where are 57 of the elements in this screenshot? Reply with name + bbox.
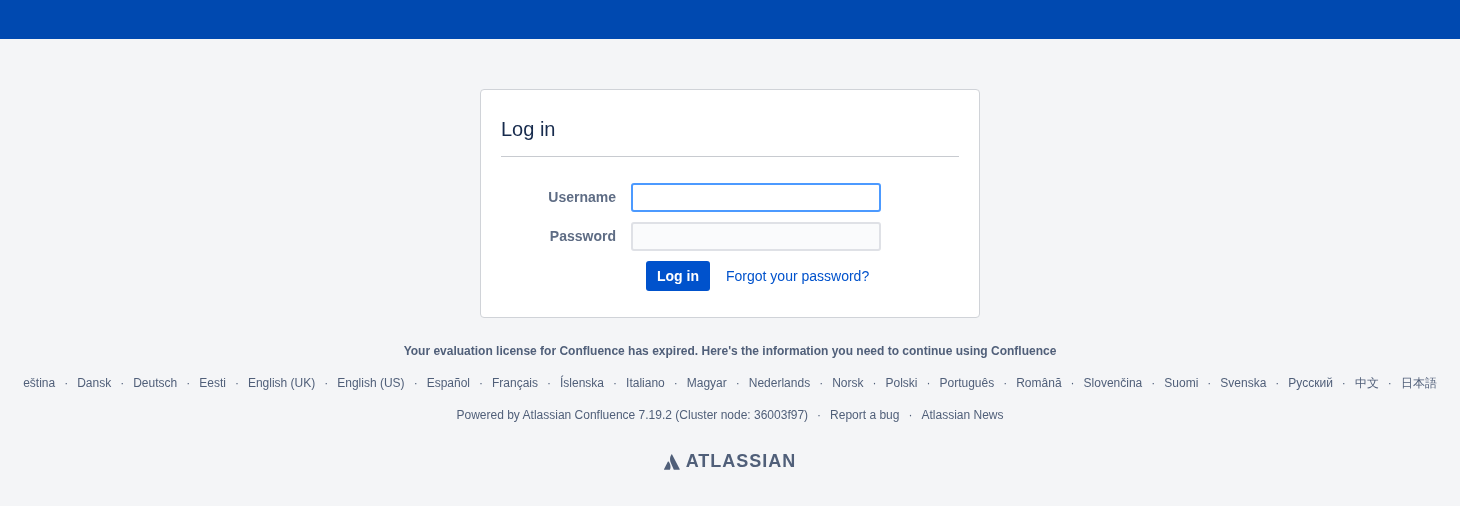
- separator-dot: ·: [907, 407, 914, 424]
- login-button[interactable]: Log in: [646, 261, 710, 291]
- separator-dot: ·: [1002, 375, 1009, 392]
- language-link[interactable]: 日本語: [1400, 374, 1437, 392]
- language-link[interactable]: Magyar: [686, 374, 727, 392]
- separator-dot: ·: [185, 375, 192, 392]
- separator-dot: ·: [1274, 375, 1281, 392]
- language-link[interactable]: Română: [1016, 374, 1062, 392]
- forgot-password-link[interactable]: Forgot your password?: [726, 265, 870, 287]
- license-notice: Your evaluation license for Confluence has expired. Here's the information you need to continue using Confluence: [403, 343, 1057, 360]
- field-label: Password: [548, 227, 617, 246]
- separator-dot: ·: [478, 375, 484, 392]
- language-link[interactable]: eština: [23, 374, 56, 392]
- separator-dot: ·: [63, 375, 70, 392]
- atlassian-logo-icon: [663, 453, 680, 470]
- separator-dot: ·: [734, 375, 741, 392]
- language-link[interactable]: Nederlands: [748, 374, 811, 392]
- language-link[interactable]: Deutsch: [133, 374, 178, 392]
- separator-dot: ·: [412, 375, 419, 392]
- language-link[interactable]: Eesti: [199, 374, 226, 392]
- language-link[interactable]: Italiano: [626, 374, 665, 392]
- language-link[interactable]: 中文: [1354, 374, 1379, 392]
- separator-dot: ·: [871, 375, 878, 392]
- footer-link[interactable]: Report a bug: [830, 406, 900, 424]
- language-link[interactable]: Русский: [1288, 374, 1333, 392]
- separator-dot: ·: [1206, 375, 1213, 392]
- language-link[interactable]: Slovenčina: [1083, 374, 1143, 392]
- separator-dot: ·: [925, 375, 932, 392]
- language-link[interactable]: Português: [939, 374, 995, 392]
- separator-dot: ·: [233, 375, 240, 392]
- separator-dot: ·: [1069, 375, 1076, 392]
- separator-dot: ·: [818, 375, 825, 392]
- language-link[interactable]: Dansk: [77, 374, 112, 392]
- separator-dot: ·: [612, 375, 619, 392]
- language-link[interactable]: Íslenska: [560, 374, 605, 392]
- language-link[interactable]: Svenska: [1220, 374, 1267, 392]
- language-link[interactable]: Français: [492, 374, 538, 392]
- separator-dot: ·: [1386, 375, 1393, 392]
- separator-dot: ·: [119, 375, 126, 392]
- logo-wordmark: ATLASSIAN: [685, 450, 797, 473]
- language-link[interactable]: Español: [426, 374, 470, 392]
- separator-dot: ·: [323, 375, 330, 392]
- language-link[interactable]: Polski: [885, 374, 918, 392]
- card-title: Log in: [501, 114, 959, 157]
- separator-dot: ·: [546, 375, 552, 392]
- separator-dot: ·: [1340, 375, 1347, 392]
- separator-dot: ·: [1150, 375, 1157, 392]
- input-field[interactable]: [631, 183, 881, 212]
- language-link[interactable]: Norsk: [832, 374, 864, 392]
- language-link[interactable]: English (US): [337, 374, 405, 392]
- language-link[interactable]: Suomi: [1164, 374, 1199, 392]
- powered-by-text: Powered by Atlassian Confluence 7.19.2 (Cluster node: 36003f97): [456, 407, 809, 424]
- separator-dot: ·: [672, 375, 679, 392]
- separator-dot: ·: [816, 407, 823, 424]
- language-link[interactable]: English (UK): [247, 374, 316, 392]
- field-label: Username: [547, 188, 617, 207]
- footer-link[interactable]: Atlassian News: [921, 406, 1004, 424]
